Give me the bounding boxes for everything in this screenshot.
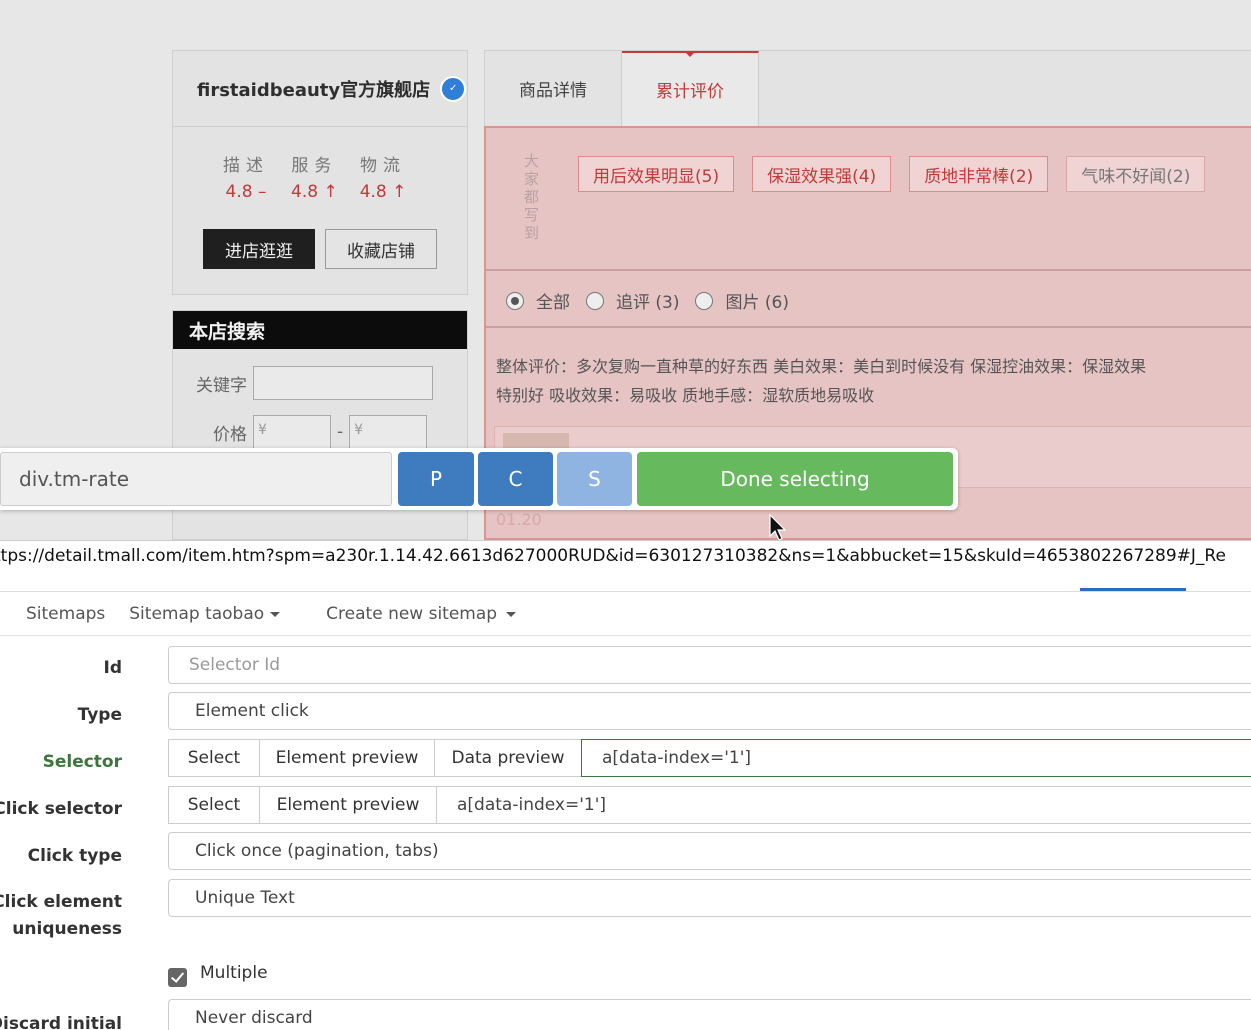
- keyword-label: 关键字: [196, 375, 247, 396]
- filter-followup-radio[interactable]: [586, 291, 604, 310]
- select-child-button[interactable]: C: [478, 452, 553, 506]
- discard-initial-label: Discard initial: [0, 1014, 122, 1030]
- product-tabs: 商品详情 累计评价: [484, 50, 1251, 127]
- chevron-down-icon: [270, 612, 281, 617]
- shop-search-title: 本店搜索: [173, 311, 467, 349]
- shop-name[interactable]: firstaidbeauty官方旗舰店: [197, 76, 430, 102]
- selector-data-preview-button[interactable]: Data preview: [434, 739, 582, 777]
- select-sibling-button[interactable]: S: [557, 452, 632, 506]
- click-uniqueness-select[interactable]: Unique Text: [168, 879, 1251, 917]
- shop-ratings: 描述 4.8 – 服务 4.8 ↑ 物流 4.8 ↑: [223, 151, 406, 202]
- selector-group: Select Element preview Data preview a[da…: [168, 739, 1251, 777]
- mouse-cursor-icon: [769, 514, 787, 541]
- tags-vertical-label: 大家都写到: [524, 152, 540, 242]
- id-label: Id: [103, 658, 123, 678]
- review-tag[interactable]: 质地非常棒(2): [909, 156, 1049, 192]
- click-type-label: Click type: [27, 846, 122, 866]
- price-label: 价格: [213, 424, 247, 445]
- filter-all-label: 全部: [536, 293, 570, 313]
- status-url-bar: ttps://detail.tmall.com/item.htm?spm=a23…: [0, 540, 1251, 570]
- price-row: 价格 ¥ - ¥: [173, 415, 428, 449]
- click-uniqueness-label-2: uniqueness: [12, 919, 122, 939]
- shop-info-card: firstaidbeauty官方旗舰店 ✓ 描述 4.8 – 服务 4.8 ↑ …: [172, 50, 468, 295]
- review-line-2: 特别好 吸收效果：易吸收 质地手感：湿软质地易吸收: [496, 386, 875, 405]
- review-summary: 整体评价：多次复购一直种草的好东西 美白效果：美白到时候没有 保湿控油效果：保湿…: [496, 352, 1251, 410]
- keyword-row: 关键字: [173, 366, 433, 400]
- review-tag[interactable]: 保湿效果强(4): [752, 156, 892, 192]
- filter-images-label: 图片 (6): [725, 293, 789, 313]
- review-tag[interactable]: 用后效果明显(5): [578, 156, 735, 192]
- filter-all-radio[interactable]: [506, 291, 524, 310]
- shop-badge-icon: ✓: [440, 75, 467, 102]
- selector-element-preview-button[interactable]: Element preview: [259, 739, 435, 777]
- keyword-input[interactable]: [253, 366, 433, 400]
- status-url: ttps://detail.tmall.com/item.htm?spm=a23…: [0, 546, 1226, 566]
- review-date: 01.20: [496, 510, 542, 529]
- review-line-1: 整体评价：多次复购一直种草的好东西 美白效果：美白到时候没有 保湿控油效果：保湿…: [496, 357, 1147, 376]
- rating-service: 服务 4.8 ↑: [291, 156, 338, 202]
- rating-description: 描述 4.8 –: [223, 156, 269, 202]
- review-tags-area: 大家都写到 用后效果明显(5) 保湿效果强(4) 质地非常棒(2) 气味不好闻(…: [486, 128, 1251, 271]
- type-select[interactable]: Element click: [168, 692, 1251, 730]
- click-selector-input[interactable]: a[data-index='1']: [436, 786, 1251, 824]
- click-type-select[interactable]: Click once (pagination, tabs): [168, 832, 1251, 870]
- web-scraper-panel: Sitemaps Sitemap taobao Create new sitem…: [0, 592, 1251, 1030]
- click-uniqueness-label-1: Click element: [0, 892, 122, 912]
- multiple-checkbox[interactable]: [168, 968, 187, 987]
- shop-actions: 进店逛逛 收藏店铺: [203, 229, 437, 269]
- selected-css-selector-input[interactable]: div.tm-rate: [0, 452, 392, 506]
- tab-product-details[interactable]: 商品详情: [485, 51, 622, 126]
- price-max-input[interactable]: ¥: [349, 415, 428, 449]
- price-dash: -: [337, 422, 344, 442]
- done-selecting-button[interactable]: Done selecting: [637, 452, 953, 506]
- filter-images-radio[interactable]: [695, 291, 714, 310]
- select-parent-button[interactable]: P: [398, 452, 474, 506]
- type-label: Type: [77, 705, 122, 725]
- click-selector-group: Select Element preview a[data-index='1']: [168, 786, 1251, 824]
- price-min-input[interactable]: ¥: [253, 415, 331, 449]
- selector-label: Selector: [42, 752, 122, 772]
- scraper-nav: Sitemaps Sitemap taobao Create new sitem…: [0, 592, 1251, 636]
- review-filter-row: 全部 追评 (3) 图片 (6): [506, 288, 789, 313]
- selector-select-button[interactable]: Select: [168, 739, 260, 777]
- discard-initial-select[interactable]: Never discard: [168, 999, 1251, 1030]
- tab-reviews[interactable]: 累计评价: [622, 51, 759, 126]
- nav-sitemaps[interactable]: Sitemaps: [0, 604, 129, 624]
- enter-shop-button[interactable]: 进店逛逛: [203, 229, 315, 269]
- chevron-down-icon: [506, 612, 517, 617]
- click-selector-select-button[interactable]: Select: [168, 786, 260, 824]
- multiple-label: Multiple: [200, 963, 268, 983]
- active-devtools-tab-underline: [1080, 588, 1186, 591]
- click-selector-label: Click selector: [0, 799, 122, 819]
- review-tag[interactable]: 气味不好闻(2): [1066, 156, 1206, 192]
- review-tag-list: 用后效果明显(5) 保湿效果强(4) 质地非常棒(2) 气味不好闻(2): [578, 156, 1206, 192]
- nav-sitemap-taobao[interactable]: Sitemap taobao: [129, 604, 304, 624]
- devtools-tabs: [0, 568, 1251, 592]
- divider: [486, 326, 1251, 328]
- rating-logistics: 物流 4.8 ↑: [359, 156, 407, 202]
- selector-input[interactable]: a[data-index='1']: [581, 739, 1251, 777]
- favorite-shop-button[interactable]: 收藏店铺: [325, 229, 437, 269]
- selector-toolbar: div.tm-rate P C S Done selecting: [0, 448, 958, 510]
- click-selector-element-preview-button[interactable]: Element preview: [259, 786, 437, 824]
- filter-followup-label: 追评 (3): [616, 293, 680, 313]
- shop-name-row: firstaidbeauty官方旗舰店 ✓: [173, 51, 467, 127]
- nav-create-sitemap[interactable]: Create new sitemap: [304, 604, 540, 624]
- selector-id-input[interactable]: Selector Id: [168, 646, 1251, 684]
